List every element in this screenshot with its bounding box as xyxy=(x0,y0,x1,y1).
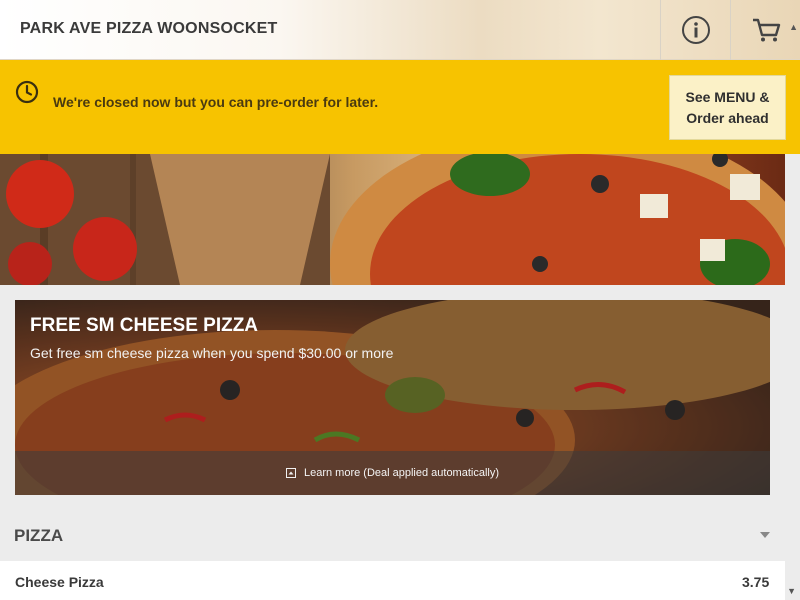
info-icon xyxy=(681,16,710,44)
hero-image xyxy=(0,154,785,285)
expand-icon xyxy=(285,468,296,478)
scrollbar-up-arrow[interactable]: ▲ xyxy=(789,22,798,32)
menu-button-line1: See MENU & xyxy=(685,89,770,105)
learn-more-link[interactable]: Learn more (Deal applied automatically) xyxy=(15,451,770,495)
menu-section-pizza[interactable]: PIZZA xyxy=(0,510,785,560)
menu-button-line2: Order ahead xyxy=(686,110,769,126)
menu-item-price: 3.75 xyxy=(742,574,770,590)
section-title: PIZZA xyxy=(14,526,64,545)
hero-pizza-illustration xyxy=(0,154,785,285)
restaurant-title: PARK AVE PIZZA WOONSOCKET xyxy=(20,20,278,37)
closed-banner: We're closed now but you can pre-order f… xyxy=(0,60,800,154)
clock-icon xyxy=(15,80,39,104)
cart-icon xyxy=(752,18,780,42)
deal-title: FREE SM CHEESE PIZZA xyxy=(30,315,259,336)
closed-message: We're closed now but you can pre-order f… xyxy=(53,94,379,110)
info-button[interactable] xyxy=(660,0,730,60)
scrollbar-down-arrow[interactable]: ▼ xyxy=(787,586,796,596)
learn-more-text: Learn more (Deal applied automatically) xyxy=(303,467,500,479)
chevron-down-icon xyxy=(760,532,770,538)
menu-item[interactable]: Cheese Pizza 3.75 xyxy=(0,561,785,600)
deal-subtitle: Get free sm cheese pizza when you spend … xyxy=(30,345,394,361)
menu-item-name: Cheese Pizza xyxy=(15,574,104,590)
see-menu-order-ahead-button[interactable]: See MENU & Order ahead xyxy=(669,75,786,140)
deal-card[interactable]: FREE SM CHEESE PIZZA Get free sm cheese … xyxy=(15,300,770,495)
restaurant-header: PARK AVE PIZZA WOONSOCKET ▲ xyxy=(0,0,800,60)
